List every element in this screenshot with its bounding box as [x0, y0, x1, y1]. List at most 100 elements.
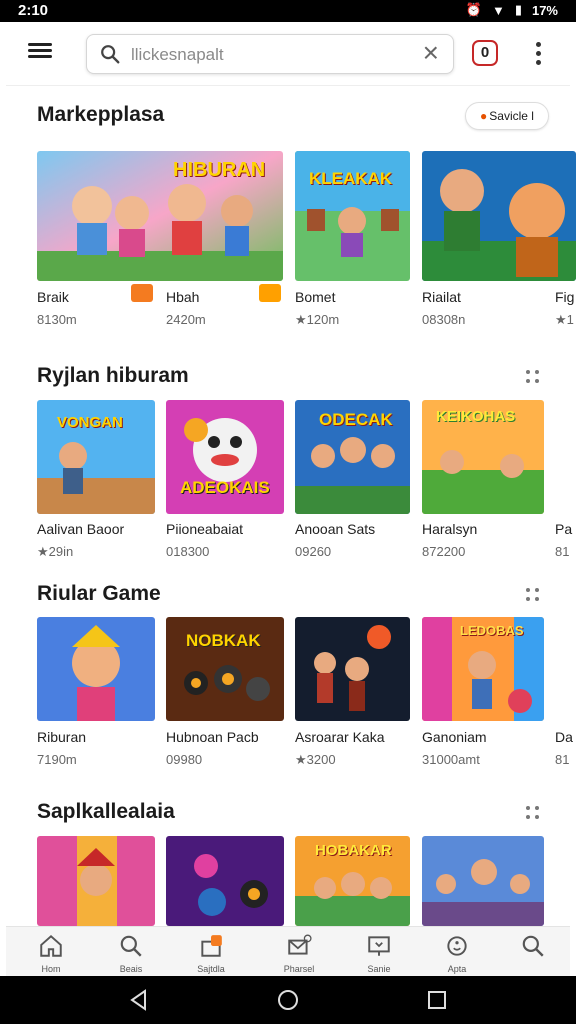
rating-badge	[259, 284, 281, 302]
bottom-navigation: Hom Beais Sajtdla Pharsel Sanie Apta	[6, 926, 570, 976]
battery-percent: 17%	[531, 2, 558, 18]
game-tile[interactable]: HIBURAN	[37, 151, 283, 281]
wifi-icon: ▼	[491, 2, 505, 18]
game-name[interactable]: Riailat	[422, 289, 461, 305]
game-meta: 018300	[166, 544, 210, 559]
game-artwork	[422, 836, 544, 926]
section-title-1: Markepplasa	[37, 103, 165, 126]
nav-item-gift[interactable]: Sajtdla	[186, 933, 236, 977]
game-tile[interactable]	[37, 617, 155, 721]
game-name[interactable]: Ganoniam	[422, 729, 487, 745]
system-navigation-bar	[0, 976, 576, 1024]
game-meta: 872200	[422, 544, 466, 559]
download-icon	[368, 936, 390, 956]
home-button-icon[interactable]	[276, 988, 300, 1012]
status-icons: ⏰ ▼ ▮ 17%	[466, 2, 558, 18]
status-time: 2:10	[18, 2, 49, 19]
game-name[interactable]: Hubnoan Pacb	[166, 729, 259, 745]
tile-title-text: HOBAKAR	[315, 842, 392, 859]
nav-item-mail[interactable]: Pharsel	[274, 933, 324, 977]
nav-item-search[interactable]: Beais	[106, 933, 156, 977]
chip-label: Savicle l	[489, 109, 534, 123]
status-bar: 2:10 ⏰ ▼ ▮ 17%	[0, 0, 576, 22]
section-more-icon[interactable]	[524, 368, 542, 386]
section-title-3: Riular Game	[37, 582, 161, 605]
game-meta: ★3200	[295, 752, 336, 767]
game-name[interactable]: Anooan Sats	[295, 521, 375, 537]
game-tile[interactable]: KEIKOHAS	[422, 400, 544, 514]
back-icon[interactable]	[127, 988, 151, 1012]
nav-item-home[interactable]: Hom	[26, 933, 76, 977]
section-title-2: Ryjlan hiburam	[37, 364, 189, 387]
game-artwork	[37, 617, 155, 721]
smile-icon	[447, 936, 467, 956]
nav-item-download[interactable]: Sanie	[354, 933, 404, 977]
game-meta: 09260	[295, 544, 332, 559]
game-artwork	[422, 151, 576, 281]
game-name[interactable]: Fig	[555, 289, 574, 305]
section-more-icon[interactable]	[524, 804, 542, 822]
game-tile[interactable]: HOBAKAR	[295, 836, 410, 926]
tile-title-text: LEDOBAS	[460, 623, 524, 638]
alarm-icon: ⏰	[465, 2, 482, 17]
game-tile[interactable]	[295, 617, 410, 721]
game-name[interactable]: Asroarar Kaka	[295, 729, 384, 745]
search-input[interactable]: llickesnapalt	[131, 45, 224, 65]
game-name[interactable]: Aalivan Baoor	[37, 521, 124, 537]
game-name[interactable]: Hbah	[166, 289, 199, 305]
recents-icon[interactable]	[425, 988, 449, 1012]
tile-title-text: NOBKAK	[186, 631, 261, 650]
game-meta: 8130m	[37, 312, 77, 327]
game-name[interactable]: Haralsyn	[422, 521, 477, 537]
game-tile[interactable]	[422, 151, 576, 281]
mail-icon	[288, 934, 312, 955]
menu-icon[interactable]	[28, 40, 52, 64]
more-options-icon[interactable]	[534, 42, 542, 66]
section-action-chip[interactable]: ● Savicle l	[465, 102, 549, 130]
game-tile[interactable]	[422, 836, 544, 926]
search-icon	[101, 45, 120, 64]
tile-title-text: HIBURAN	[173, 159, 266, 181]
game-name[interactable]: Riburan	[37, 729, 86, 745]
game-name[interactable]: Pa	[555, 521, 572, 537]
game-name[interactable]: Da	[555, 729, 573, 745]
game-meta: 08308n	[422, 312, 466, 327]
close-icon[interactable]: ×	[423, 39, 439, 67]
game-meta: 81	[555, 752, 570, 767]
game-tile[interactable]	[166, 836, 284, 926]
game-meta: 2420m	[166, 312, 206, 327]
game-tile[interactable]: NOBKAK	[166, 617, 284, 721]
tile-title-text: ODECAK	[319, 410, 393, 429]
game-tile[interactable]: KLEAKAK	[295, 151, 410, 281]
game-tile[interactable]: ODECAK	[295, 400, 410, 514]
game-name[interactable]: Braik	[37, 289, 69, 305]
game-meta: ★29in	[37, 544, 74, 559]
game-name[interactable]: Bomet	[295, 289, 335, 305]
search-bar[interactable]: llickesnapalt ×	[86, 34, 454, 74]
notification-button[interactable]: 0	[472, 40, 498, 66]
game-tile[interactable]: VONGAN	[37, 400, 155, 514]
game-artwork	[295, 617, 410, 721]
game-tile[interactable]: ADEOKAIS	[166, 400, 284, 514]
game-artwork	[37, 836, 155, 926]
search-icon	[522, 935, 544, 957]
game-meta: 31000amt	[422, 752, 480, 767]
rating-badge	[131, 284, 153, 302]
game-artwork	[166, 836, 284, 926]
pin-icon: ●	[480, 109, 488, 123]
tile-title-text: KLEAKAK	[309, 169, 393, 188]
nav-item-search-2[interactable]	[508, 933, 558, 977]
tile-title-text: ADEOKAIS	[180, 478, 270, 497]
game-tile[interactable]: LEDOBAS	[422, 617, 544, 721]
home-icon	[40, 934, 62, 957]
section-title-4: Saplkallealaia	[37, 800, 175, 823]
game-meta: 7190m	[37, 752, 77, 767]
game-meta: 09980	[166, 752, 203, 767]
game-name[interactable]: Piioneabaiat	[166, 521, 243, 537]
nav-item-profile[interactable]: Apta	[432, 933, 482, 977]
app-bar: llickesnapalt × 0	[6, 22, 570, 86]
game-tile[interactable]	[37, 836, 155, 926]
game-meta: 81	[555, 544, 570, 559]
section-more-icon[interactable]	[524, 586, 542, 604]
battery-icon: ▮	[514, 2, 522, 17]
